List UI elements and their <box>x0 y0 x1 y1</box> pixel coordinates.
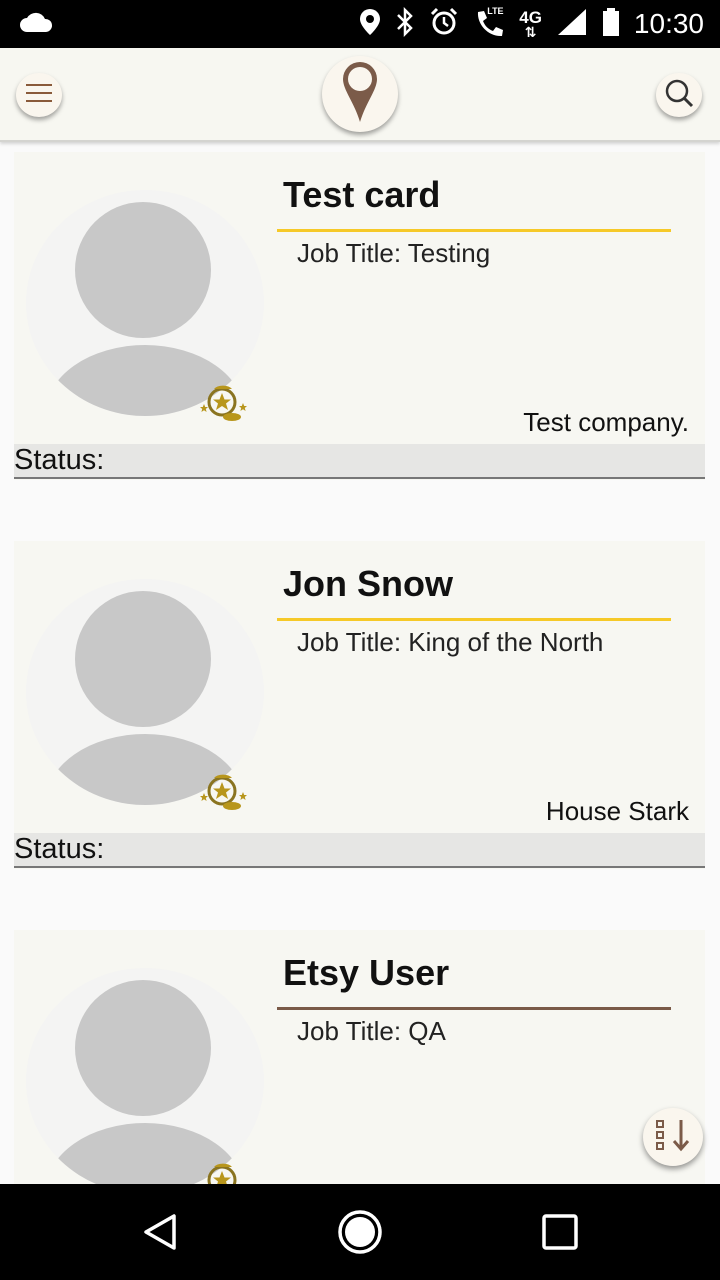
app-bar <box>0 48 720 142</box>
lte-call-icon: LTE <box>473 6 505 40</box>
alarm-icon <box>429 7 459 42</box>
clock-time: 10:30 <box>633 8 704 39</box>
status-bar: LTE 4G ⇅ 10:30 <box>0 0 720 48</box>
bluetooth-icon <box>395 6 415 42</box>
status-label: Status: <box>14 444 105 476</box>
rating-badge-icon <box>198 773 250 813</box>
avatar <box>26 968 264 1184</box>
rating-badge-icon <box>198 1162 250 1184</box>
data-arrows-icon: ⇅ <box>524 24 537 40</box>
search-button[interactable] <box>656 73 702 117</box>
rating-badge-icon <box>198 384 250 424</box>
company-name: Test company. <box>523 407 689 437</box>
recents-icon <box>536 1214 584 1260</box>
sort-button[interactable] <box>643 1108 703 1166</box>
name-divider <box>277 1007 671 1010</box>
job-title: Job Title: King of the North <box>297 627 604 657</box>
company-name: House Stark <box>545 796 689 826</box>
search-icon <box>663 77 695 114</box>
avatar <box>26 190 264 416</box>
home-icon <box>336 1210 384 1260</box>
signal-icon <box>556 7 588 42</box>
menu-button[interactable] <box>16 73 62 117</box>
cloud-icon <box>18 10 54 39</box>
name-divider <box>277 229 671 232</box>
contact-name: Jon Snow <box>283 563 453 604</box>
back-icon <box>136 1214 184 1260</box>
recents-button[interactable] <box>536 1208 584 1256</box>
contact-card[interactable]: Test card Job Title: Testing Test compan… <box>14 152 705 480</box>
status-row: Status: <box>14 444 705 479</box>
logo-button[interactable] <box>322 56 398 132</box>
sort-descending-icon <box>654 1118 692 1157</box>
back-button[interactable] <box>136 1208 184 1256</box>
job-title: Job Title: Testing <box>297 238 491 268</box>
map-pin-logo-icon <box>340 60 380 129</box>
status-row: Status: <box>14 833 705 868</box>
navigation-bar <box>0 1184 720 1280</box>
contact-card[interactable]: Etsy User Job Title: QA <box>14 930 705 1184</box>
network-type-label: 4G ⇅ <box>519 9 542 40</box>
job-title: Job Title: QA <box>297 1016 446 1046</box>
avatar <box>26 579 264 805</box>
status-label: Status: <box>14 833 105 865</box>
hamburger-menu-icon <box>24 81 54 110</box>
battery-icon <box>602 7 620 42</box>
contact-name: Etsy User <box>283 952 450 993</box>
name-divider <box>277 618 671 621</box>
location-icon <box>359 8 381 41</box>
contact-name: Test card <box>283 174 441 215</box>
contact-card[interactable]: Jon Snow Job Title: King of the North Ho… <box>14 541 705 869</box>
lte-label: LTE <box>487 6 504 16</box>
home-button[interactable] <box>336 1208 384 1256</box>
